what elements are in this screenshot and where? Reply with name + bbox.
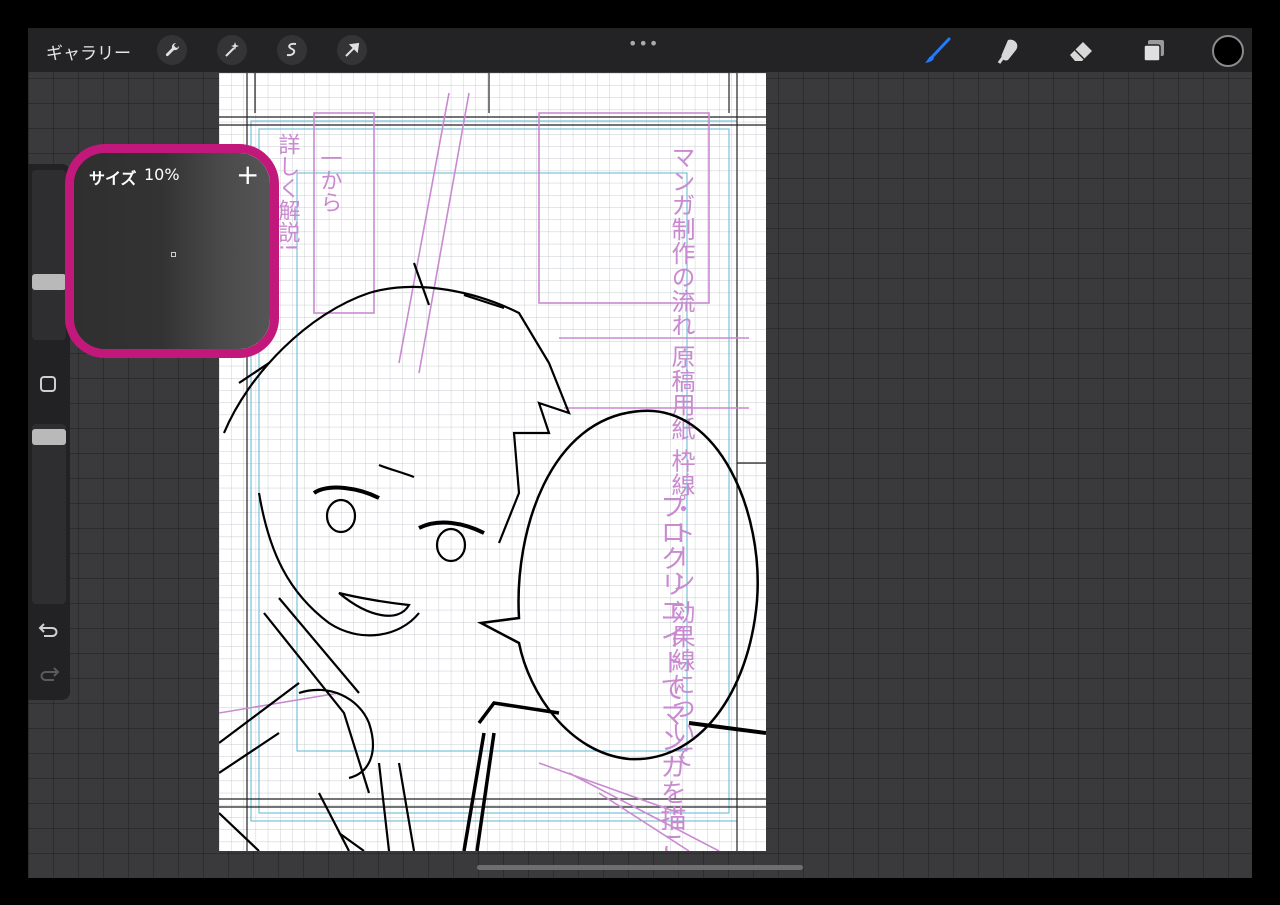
brush-size-slider-thumb[interactable] xyxy=(32,274,66,290)
magic-wand-icon xyxy=(225,42,239,57)
selection-icon xyxy=(286,42,297,57)
opacity-slider[interactable] xyxy=(32,424,66,604)
size-popup-title: サイズ xyxy=(89,169,137,188)
redo-icon[interactable] xyxy=(38,664,60,682)
smudge-tool-button[interactable] xyxy=(992,34,1026,68)
eraser-icon xyxy=(1070,42,1092,61)
smudge-icon xyxy=(997,39,1018,64)
drawing-canvas[interactable]: マンガ制作の流れ 原稿用紙 枠線・トーン 効果線について 一から 詳しく解説! … xyxy=(219,73,766,851)
brush-size-slider[interactable] xyxy=(32,170,66,340)
side-note-mid: 一から xyxy=(317,147,343,213)
modify-button[interactable] xyxy=(40,376,56,392)
actions-button[interactable] xyxy=(157,35,187,65)
top-toolbar: ギャラリー ••• xyxy=(28,28,1252,72)
opacity-slider-thumb[interactable] xyxy=(32,429,66,445)
transform-arrow-icon xyxy=(345,42,360,57)
wrench-icon xyxy=(165,42,180,57)
speech-text: プロクリエイトでマンガを描こう! xyxy=(656,493,686,851)
app-screen: ギャラリー ••• マンガ制作の流れ 原稿用紙 枠線・トーン 効果線について 一… xyxy=(28,28,1252,878)
layers-icon xyxy=(1143,40,1164,62)
gallery-button[interactable]: ギャラリー xyxy=(46,39,131,64)
eraser-tool-button[interactable] xyxy=(1064,34,1098,68)
selection-button[interactable] xyxy=(277,35,307,65)
brush-size-popup: サイズ 10% + xyxy=(74,153,270,349)
plus-icon[interactable]: + xyxy=(236,157,259,193)
brush-icon xyxy=(925,37,951,63)
brush-tool-button[interactable] xyxy=(920,34,954,68)
more-options-icon[interactable]: ••• xyxy=(628,34,659,53)
size-popup-value: 10% xyxy=(144,165,180,184)
adjustments-button[interactable] xyxy=(217,35,247,65)
home-indicator[interactable] xyxy=(477,865,803,870)
canvas-artwork: マンガ制作の流れ 原稿用紙 枠線・トーン 効果線について 一から 詳しく解説! … xyxy=(219,73,766,851)
brush-preview-dot xyxy=(171,252,176,257)
layers-button[interactable] xyxy=(1137,34,1171,68)
undo-icon[interactable] xyxy=(38,620,60,638)
left-sidebar xyxy=(28,164,70,700)
transform-button[interactable] xyxy=(337,35,367,65)
color-picker-swatch[interactable] xyxy=(1212,35,1244,67)
